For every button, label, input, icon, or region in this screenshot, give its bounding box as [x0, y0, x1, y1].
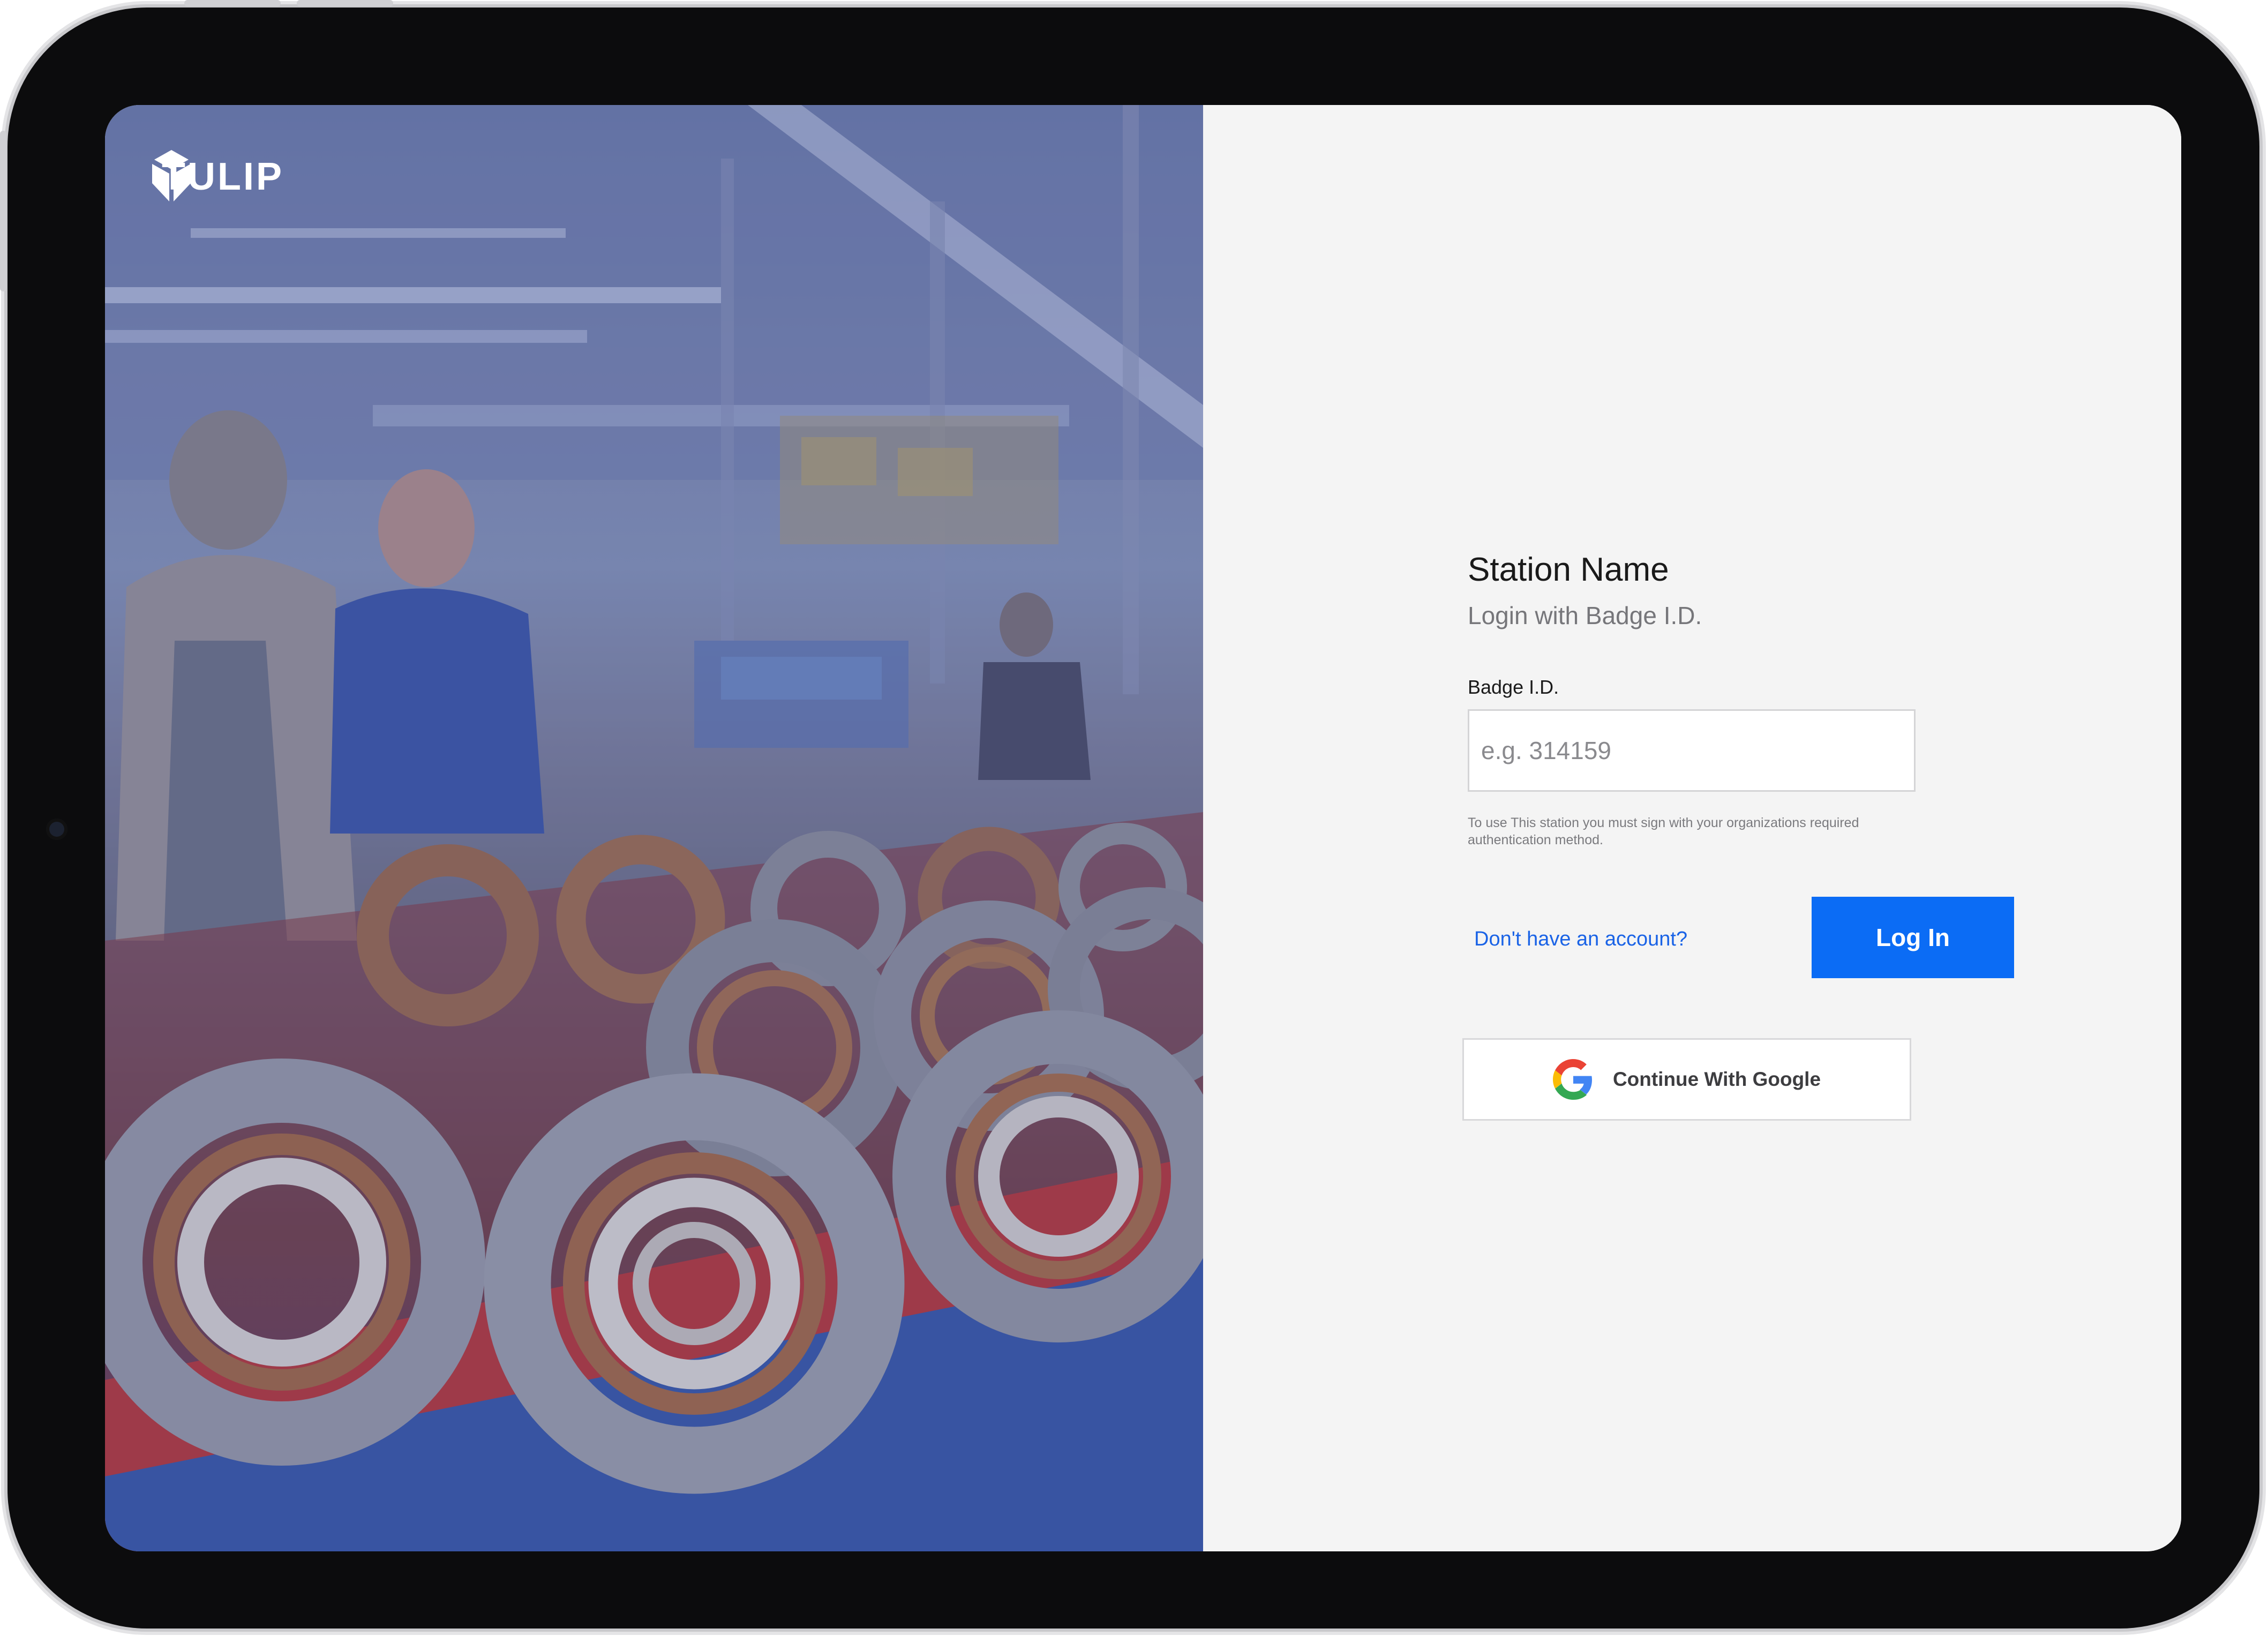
badge-id-input[interactable]: [1468, 709, 1916, 792]
screen: TULIP Station Name Login with Badge I.D.…: [105, 105, 2181, 1551]
google-button-label: Continue With Google: [1612, 1068, 1821, 1090]
login-button[interactable]: Log In: [1812, 897, 2014, 978]
factory-photo: TULIP: [105, 105, 1203, 1551]
login-subtitle: Login with Badge I.D.: [1468, 602, 1702, 629]
front-camera: [46, 819, 67, 840]
tablet-frame: TULIP Station Name Login with Badge I.D.…: [0, 0, 2259, 1629]
google-icon: [1552, 1059, 1592, 1100]
auth-help-text: To use This station you must sign with y…: [1468, 815, 1859, 847]
google-sign-in-button[interactable]: Continue With Google: [1462, 1038, 1911, 1121]
login-panel: Station Name Login with Badge I.D. Badge…: [1203, 105, 2181, 1551]
side-button: [0, 131, 6, 291]
factory-photo-illustration: [105, 105, 1203, 1551]
tulip-logo-icon: [152, 150, 191, 201]
station-title: Station Name: [1468, 551, 1669, 588]
badge-id-label: Badge I.D.: [1468, 676, 1559, 698]
top-button-2: [297, 0, 393, 6]
top-button: [184, 0, 281, 6]
signup-link[interactable]: Don't have an account?: [1474, 928, 1687, 951]
brand: TULIP: [149, 150, 284, 204]
